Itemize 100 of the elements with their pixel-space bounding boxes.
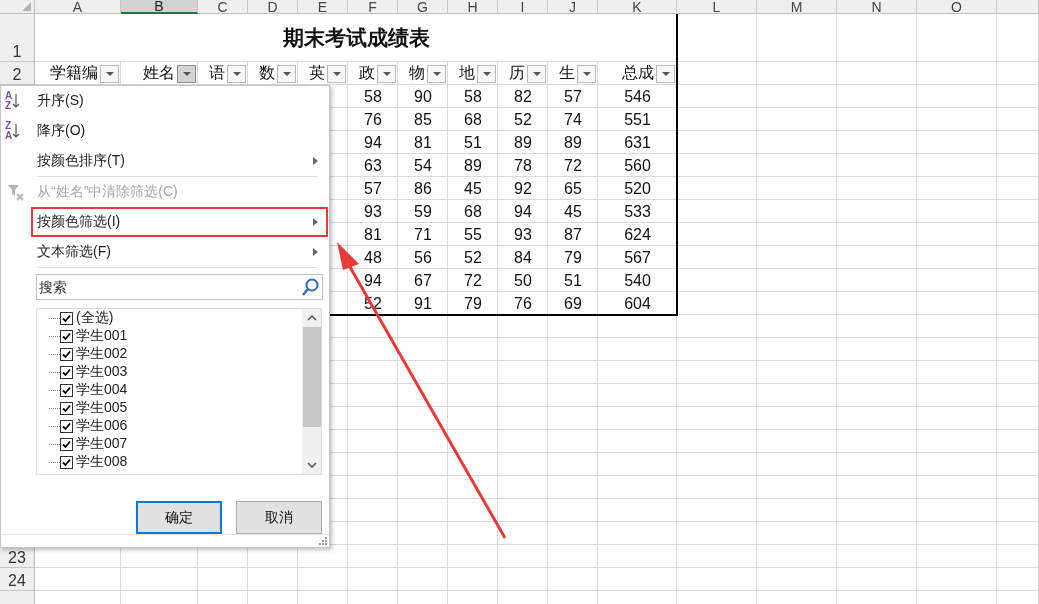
table-cell-text: 604 [623, 293, 652, 314]
table-cell-text: 51 [463, 132, 483, 153]
checkbox[interactable] [60, 383, 73, 397]
table-cell-text: 58 [463, 86, 483, 107]
menu-item[interactable]: 升序(S) [31, 86, 328, 116]
value-label[interactable]: (全选) [76, 309, 114, 327]
checkbox[interactable] [60, 455, 73, 469]
column-header[interactable]: M [757, 0, 837, 14]
caret-icon [482, 71, 491, 76]
table-cell-text: 92 [513, 178, 533, 199]
table-cell-text: 57 [363, 178, 383, 199]
caret-icon [432, 71, 441, 76]
column-header[interactable]: N [837, 0, 917, 14]
table-cell-text: 89 [513, 132, 533, 153]
table-cell-text: 85 [413, 109, 433, 130]
table-cell-text: 76 [363, 109, 383, 130]
filter-dropdown-button[interactable] [377, 64, 396, 83]
table-cell-text: 520 [623, 178, 652, 199]
header-cell-text: 英 [309, 63, 325, 83]
caret-icon [282, 71, 291, 76]
table-cell-text: 91 [413, 293, 433, 314]
table-cell-text: 54 [413, 155, 433, 176]
header-cell-text: 学籍编 [50, 63, 98, 83]
column-header[interactable]: B [121, 0, 198, 14]
table-cell-text: 546 [623, 86, 652, 107]
scrollbar[interactable] [302, 309, 321, 474]
column-header[interactable]: O [917, 0, 997, 14]
row-header[interactable]: 1 [0, 14, 35, 62]
checkbox[interactable] [60, 419, 73, 433]
checkbox[interactable] [60, 437, 73, 451]
filter-dropdown-button[interactable] [327, 64, 346, 83]
table-cell-text: 89 [563, 132, 583, 153]
header-cell-text: 历 [509, 63, 525, 83]
column-header[interactable]: K [598, 0, 677, 14]
table-cell-text: 79 [563, 247, 583, 268]
checkbox[interactable] [60, 365, 73, 379]
menu-item[interactable]: 降序(O) [31, 116, 328, 146]
column-header[interactable]: J [548, 0, 598, 14]
filter-dropdown-button[interactable] [577, 64, 596, 83]
value-label[interactable]: 学生008 [76, 453, 128, 471]
table-cell-text: 89 [463, 155, 483, 176]
column-header[interactable]: I [498, 0, 548, 14]
table-cell-text: 76 [513, 293, 533, 314]
column-header[interactable]: D [248, 0, 298, 14]
search-field[interactable]: 搜索 [36, 274, 323, 300]
column-header[interactable]: L [677, 0, 757, 14]
header-cell-text: 物 [409, 63, 425, 83]
column-header[interactable]: E [298, 0, 348, 14]
menu-item[interactable]: 按颜色排序(T) [31, 146, 328, 176]
column-header[interactable]: H [448, 0, 498, 14]
checkbox[interactable] [60, 329, 73, 343]
value-label[interactable]: 学生006 [76, 417, 128, 435]
table-cell-text: 93 [513, 224, 533, 245]
resize-grip-icon[interactable] [319, 537, 327, 545]
table-cell-text: 86 [413, 178, 433, 199]
value-label[interactable]: 学生002 [76, 345, 128, 363]
filter-dropdown-button[interactable] [477, 64, 496, 83]
table-cell-text: 45 [563, 201, 583, 222]
filter-dropdown-button[interactable] [527, 64, 546, 83]
filter-dropdown-button[interactable] [227, 64, 246, 83]
table-cell-text: 94 [513, 201, 533, 222]
dialog-button[interactable]: 确定 [136, 501, 222, 534]
column-header[interactable]: F [348, 0, 398, 14]
filter-dropdown-button[interactable] [427, 64, 446, 83]
column-header[interactable]: A [35, 0, 121, 14]
checkbox[interactable] [60, 401, 73, 415]
filter-dropdown-button[interactable] [277, 64, 296, 83]
value-label[interactable]: 学生005 [76, 399, 128, 417]
filter-dropdown-button[interactable] [177, 64, 196, 83]
row-header[interactable]: 24 [0, 568, 35, 591]
checkbox[interactable] [60, 311, 73, 325]
column-header[interactable]: G [398, 0, 448, 14]
table-cell-text: 84 [513, 247, 533, 268]
header-cell-text: 地 [459, 63, 475, 83]
caret-icon [105, 71, 114, 76]
table-cell-text: 57 [563, 86, 583, 107]
value-label[interactable]: 学生007 [76, 435, 128, 453]
submenu-arrow-icon [313, 157, 318, 165]
menu-item[interactable]: 按颜色筛选(I) [31, 207, 328, 237]
row-header[interactable]: 2 [0, 62, 35, 85]
table-cell-text: 45 [463, 178, 483, 199]
checkbox[interactable] [60, 347, 73, 361]
menu-item[interactable]: 文本筛选(F) [31, 237, 328, 267]
table-cell-text: 71 [413, 224, 433, 245]
table-cell-text: 59 [413, 201, 433, 222]
caret-icon [182, 71, 191, 76]
value-label[interactable]: 学生004 [76, 381, 128, 399]
dialog-button[interactable]: 取消 [236, 501, 322, 534]
value-label[interactable]: 学生003 [76, 363, 128, 381]
table-cell-text: 65 [563, 178, 583, 199]
filter-dropdown-button[interactable] [100, 64, 119, 83]
search-icon[interactable] [300, 277, 320, 297]
table-cell-text: 51 [563, 270, 583, 291]
header-cell-text: 生 [559, 63, 575, 83]
table-cell-text: 52 [513, 109, 533, 130]
filter-dropdown-button[interactable] [656, 64, 675, 83]
column-header[interactable]: C [198, 0, 248, 14]
table-cell-text: 69 [563, 293, 583, 314]
value-label[interactable]: 学生001 [76, 327, 128, 345]
header-cell-text: 政 [359, 63, 375, 83]
